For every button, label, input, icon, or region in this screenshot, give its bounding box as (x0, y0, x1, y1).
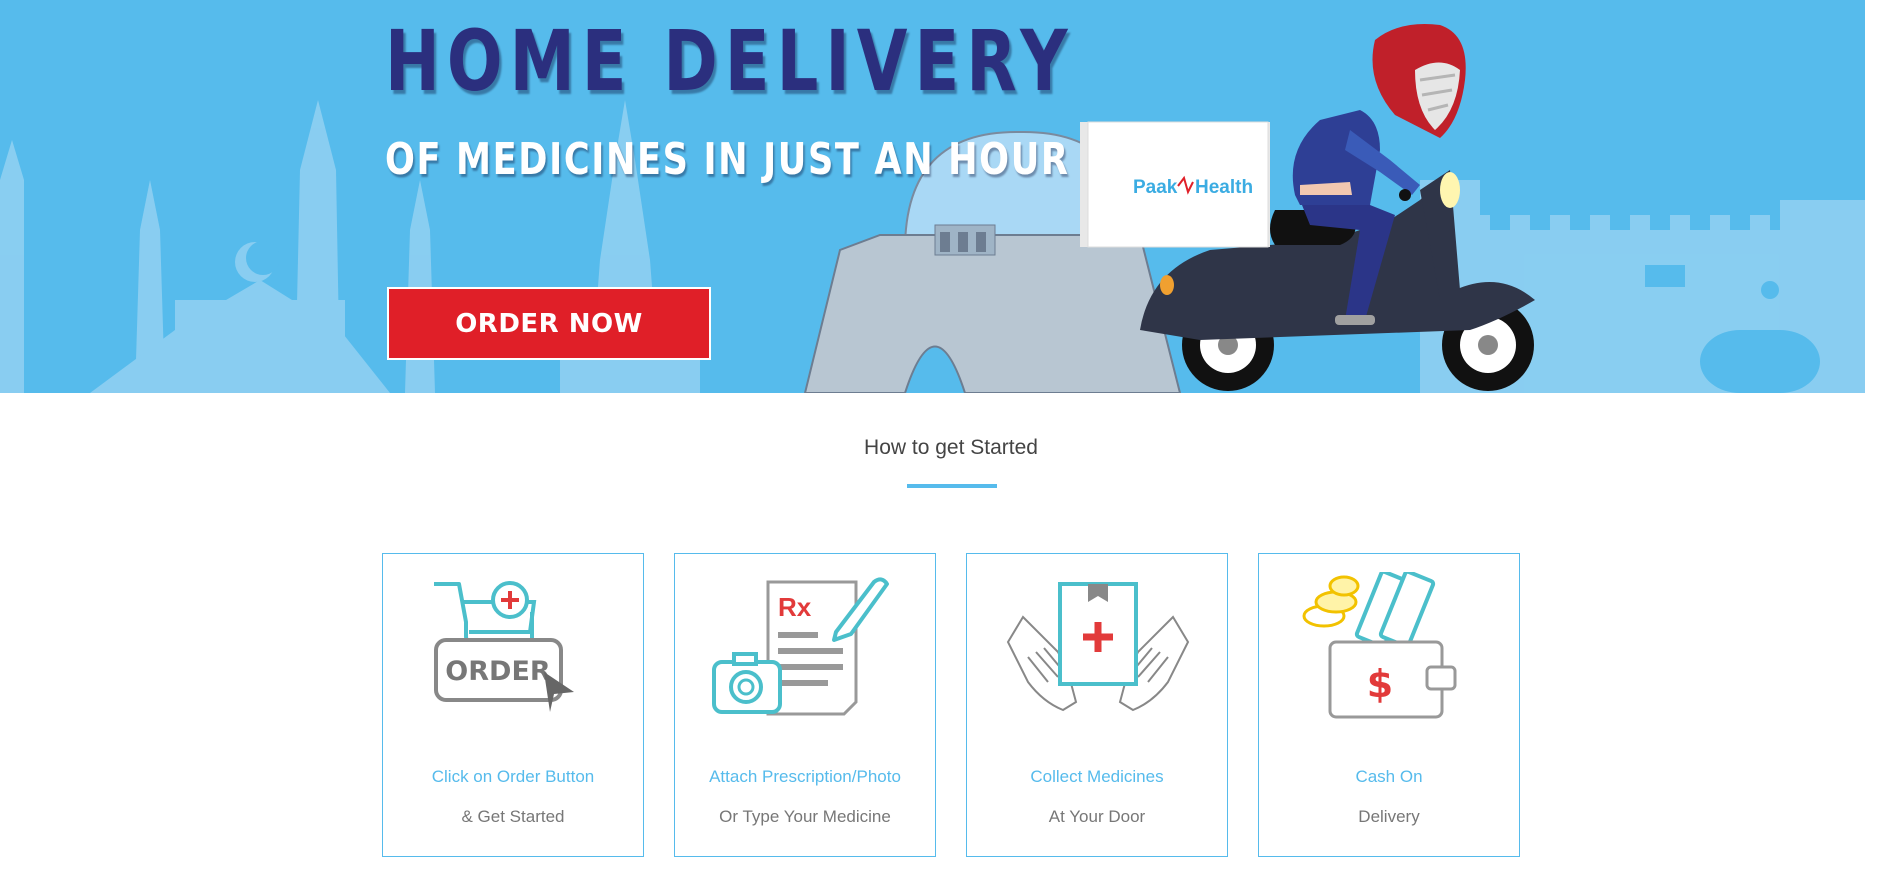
delivery-scooter-illustration: Paak Health (1080, 24, 1535, 391)
hero-banner: HOME DELIVERY OF MEDICINES IN JUST AN HO… (0, 0, 1865, 393)
wallet-cash-icon: $ (1302, 572, 1457, 719)
hands-medicine-icon (1006, 582, 1190, 712)
step-card-cash[interactable]: $ Cash On Delivery (1258, 553, 1520, 857)
step-card-order[interactable]: ORDER Click on Order Button & Get Starte… (382, 553, 644, 857)
step-title: Cash On (1355, 767, 1423, 786)
step-subtitle: At Your Door (1048, 807, 1146, 826)
step-card-collect[interactable]: Collect Medicines At Your Door (966, 553, 1228, 857)
order-now-button[interactable]: ORDER NOW (387, 287, 711, 360)
step-title: Attach Prescription/Photo (709, 767, 901, 786)
box-brand-right: Health (1195, 177, 1253, 198)
step-subtitle: Or Type Your Medicine (719, 807, 891, 826)
step-title: Collect Medicines (1030, 767, 1164, 786)
section-underline (907, 484, 997, 488)
step-card-prescription[interactable]: Rx Attach Prescription/Photo Or Type You… (674, 553, 936, 857)
step-subtitle: Delivery (1358, 807, 1420, 826)
section-title: How to get Started (864, 436, 1038, 459)
order-cart-icon: ORDER (434, 581, 574, 712)
dollar-text: $ (1367, 662, 1393, 706)
order-icon-text: ORDER (445, 656, 551, 687)
prescription-camera-icon: Rx (712, 577, 889, 716)
rx-text: Rx (778, 592, 812, 622)
step-title: Click on Order Button (431, 767, 595, 786)
box-brand-left: Paak (1133, 177, 1178, 198)
hero-right-gap (1865, 0, 1902, 393)
step-subtitle: & Get Started (461, 807, 565, 826)
